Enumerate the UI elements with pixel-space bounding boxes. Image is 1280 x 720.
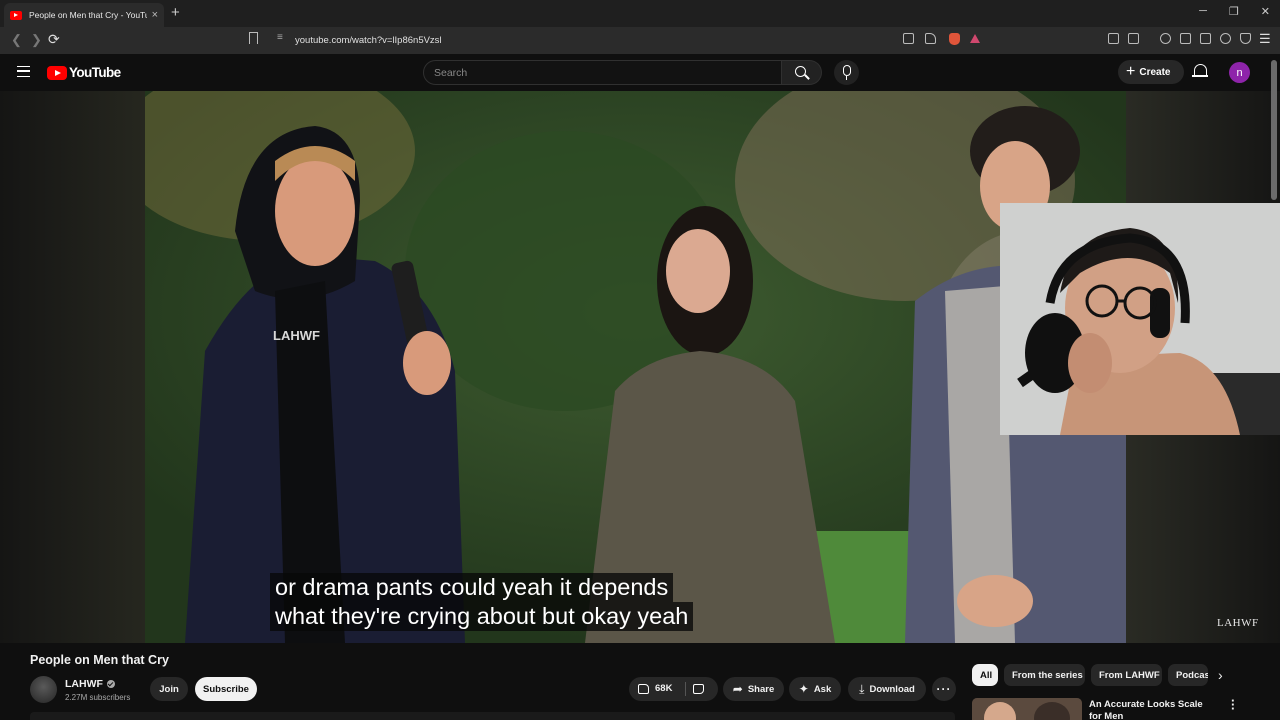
join-button[interactable]: Join	[150, 677, 188, 701]
download-label: Download	[869, 683, 915, 695]
wallet-icon[interactable]	[1200, 33, 1211, 44]
shirt-logo-text: LAHWF	[273, 328, 320, 343]
share-button[interactable]: ➦ Share	[723, 677, 784, 701]
sidebar-toggle-icon[interactable]	[1180, 33, 1191, 44]
bell-icon[interactable]	[1192, 64, 1208, 77]
close-window-button[interactable]: ✕	[1261, 5, 1270, 18]
share-page-icon[interactable]	[925, 33, 936, 44]
site-info-icon[interactable]: ≡	[277, 32, 283, 43]
search-input[interactable]: Search	[423, 60, 782, 85]
bookmark-icon[interactable]	[249, 32, 258, 44]
subscribe-button[interactable]: Subscribe	[195, 677, 257, 701]
youtube-wordmark: YouTube	[69, 65, 121, 80]
window-controls: ─ ❐ ✕	[1199, 5, 1270, 18]
verified-icon	[106, 680, 115, 688]
channel-avatar[interactable]	[30, 676, 57, 703]
hamburger-icon[interactable]	[17, 66, 30, 77]
extensions-icon[interactable]	[1108, 33, 1119, 44]
chevron-right-icon[interactable]: ›	[1218, 667, 1223, 683]
search-button[interactable]	[782, 60, 822, 85]
like-icon[interactable]	[638, 684, 649, 694]
ask-label: Ask	[813, 683, 832, 695]
share-icon: ➦	[732, 682, 743, 696]
join-label: Join	[159, 683, 179, 695]
address-bar[interactable]: youtube.com/watch?v=lIp86n5Vzsl	[268, 30, 988, 51]
create-button[interactable]: + Create	[1118, 60, 1184, 84]
browser-tab[interactable]: People on Men that Cry - YouTube ×	[4, 3, 164, 27]
subscribe-label: Subscribe	[203, 683, 249, 695]
url-text: youtube.com/watch?v=lIp86n5Vzsl	[295, 35, 442, 46]
ambient-left	[0, 91, 145, 643]
channel-name[interactable]: LAHWF	[65, 678, 115, 690]
ask-button[interactable]: ✦ Ask	[789, 677, 841, 701]
reload-icon[interactable]: ⟳	[48, 31, 60, 48]
page-scrollbar[interactable]	[1271, 60, 1277, 200]
caption-line-1: or drama pants could yeah it depends	[270, 573, 674, 602]
subscriber-count: 2.27M subscribers	[65, 693, 131, 702]
channel-watermark: LAHWF	[1217, 617, 1259, 629]
leo-ai-icon[interactable]	[1220, 33, 1231, 44]
video-frame	[145, 91, 1126, 643]
video-player[interactable]: LAHWF	[145, 91, 1126, 643]
like-dislike-group: 68K	[629, 677, 718, 701]
youtube-header: YouTube Search + Create n	[0, 54, 1280, 91]
browser-menu-icon[interactable]: ☰	[1259, 31, 1271, 47]
mic-icon[interactable]	[834, 60, 859, 85]
description-box[interactable]	[30, 712, 955, 720]
chip-podcasts[interactable]: Podcasts	[1168, 664, 1208, 686]
back-icon[interactable]: ❮	[11, 32, 22, 48]
restore-button[interactable]: ❐	[1229, 5, 1239, 18]
cast-icon[interactable]	[903, 33, 914, 44]
like-divider	[685, 682, 686, 696]
caption-line-2: what they're crying about but okay yeah	[270, 602, 694, 631]
search-icon	[795, 66, 806, 77]
avatar[interactable]: n	[1229, 62, 1250, 83]
download-icon: ⤓	[859, 681, 865, 696]
vpn-icon[interactable]	[1240, 33, 1251, 44]
browser-tab-bar: People on Men that Cry - YouTube × + ─ ❐…	[0, 0, 1280, 27]
recommendation-thumbnail[interactable]	[972, 698, 1082, 720]
chip-all[interactable]: All	[972, 664, 998, 686]
video-title: People on Men that Cry	[30, 653, 169, 667]
video-captions: or drama pants could yeah it depends wha…	[270, 573, 694, 631]
youtube-play-icon	[47, 65, 67, 80]
minimize-button[interactable]: ─	[1199, 5, 1207, 18]
share-label: Share	[747, 683, 775, 695]
webcam-frame	[1000, 203, 1280, 435]
thumbnail-image	[972, 698, 1082, 720]
download-button[interactable]: ⤓ Download	[848, 677, 926, 701]
youtube-favicon-icon	[10, 10, 22, 20]
dislike-icon[interactable]	[693, 684, 704, 694]
new-tab-button[interactable]: +	[171, 4, 180, 21]
create-label: Create	[1139, 66, 1171, 78]
chip-from-channel[interactable]: From LAHWF	[1091, 664, 1162, 686]
channel-name-text: LAHWF	[65, 678, 103, 690]
plus-icon: +	[1126, 62, 1136, 80]
more-icon[interactable]: ···	[932, 677, 956, 701]
recommendation-menu-icon[interactable]: · · ·	[1231, 694, 1235, 715]
chip-from-series[interactable]: From the series	[1004, 664, 1085, 686]
reader-icon[interactable]	[1128, 33, 1139, 44]
ask-icon: ✦	[798, 682, 809, 696]
brave-shields-icon[interactable]	[949, 33, 960, 45]
youtube-logo[interactable]: YouTube	[47, 65, 121, 80]
forward-icon[interactable]: ❯	[31, 32, 42, 48]
recommendation-title[interactable]: An Accurate Looks Scale for Men	[1089, 699, 1214, 720]
webcam-overlay	[1000, 203, 1280, 435]
search-placeholder: Search	[434, 66, 468, 79]
media-icon[interactable]	[1160, 33, 1171, 44]
browser-toolbar: ❮ ❯ ⟳ youtube.com/watch?v=lIp86n5Vzsl ≡ …	[0, 27, 1280, 54]
brave-rewards-icon[interactable]	[970, 34, 980, 43]
tab-close-icon[interactable]: ×	[152, 9, 158, 21]
like-count[interactable]: 68K	[655, 683, 672, 694]
tab-title: People on Men that Cry - YouTube	[29, 10, 147, 20]
